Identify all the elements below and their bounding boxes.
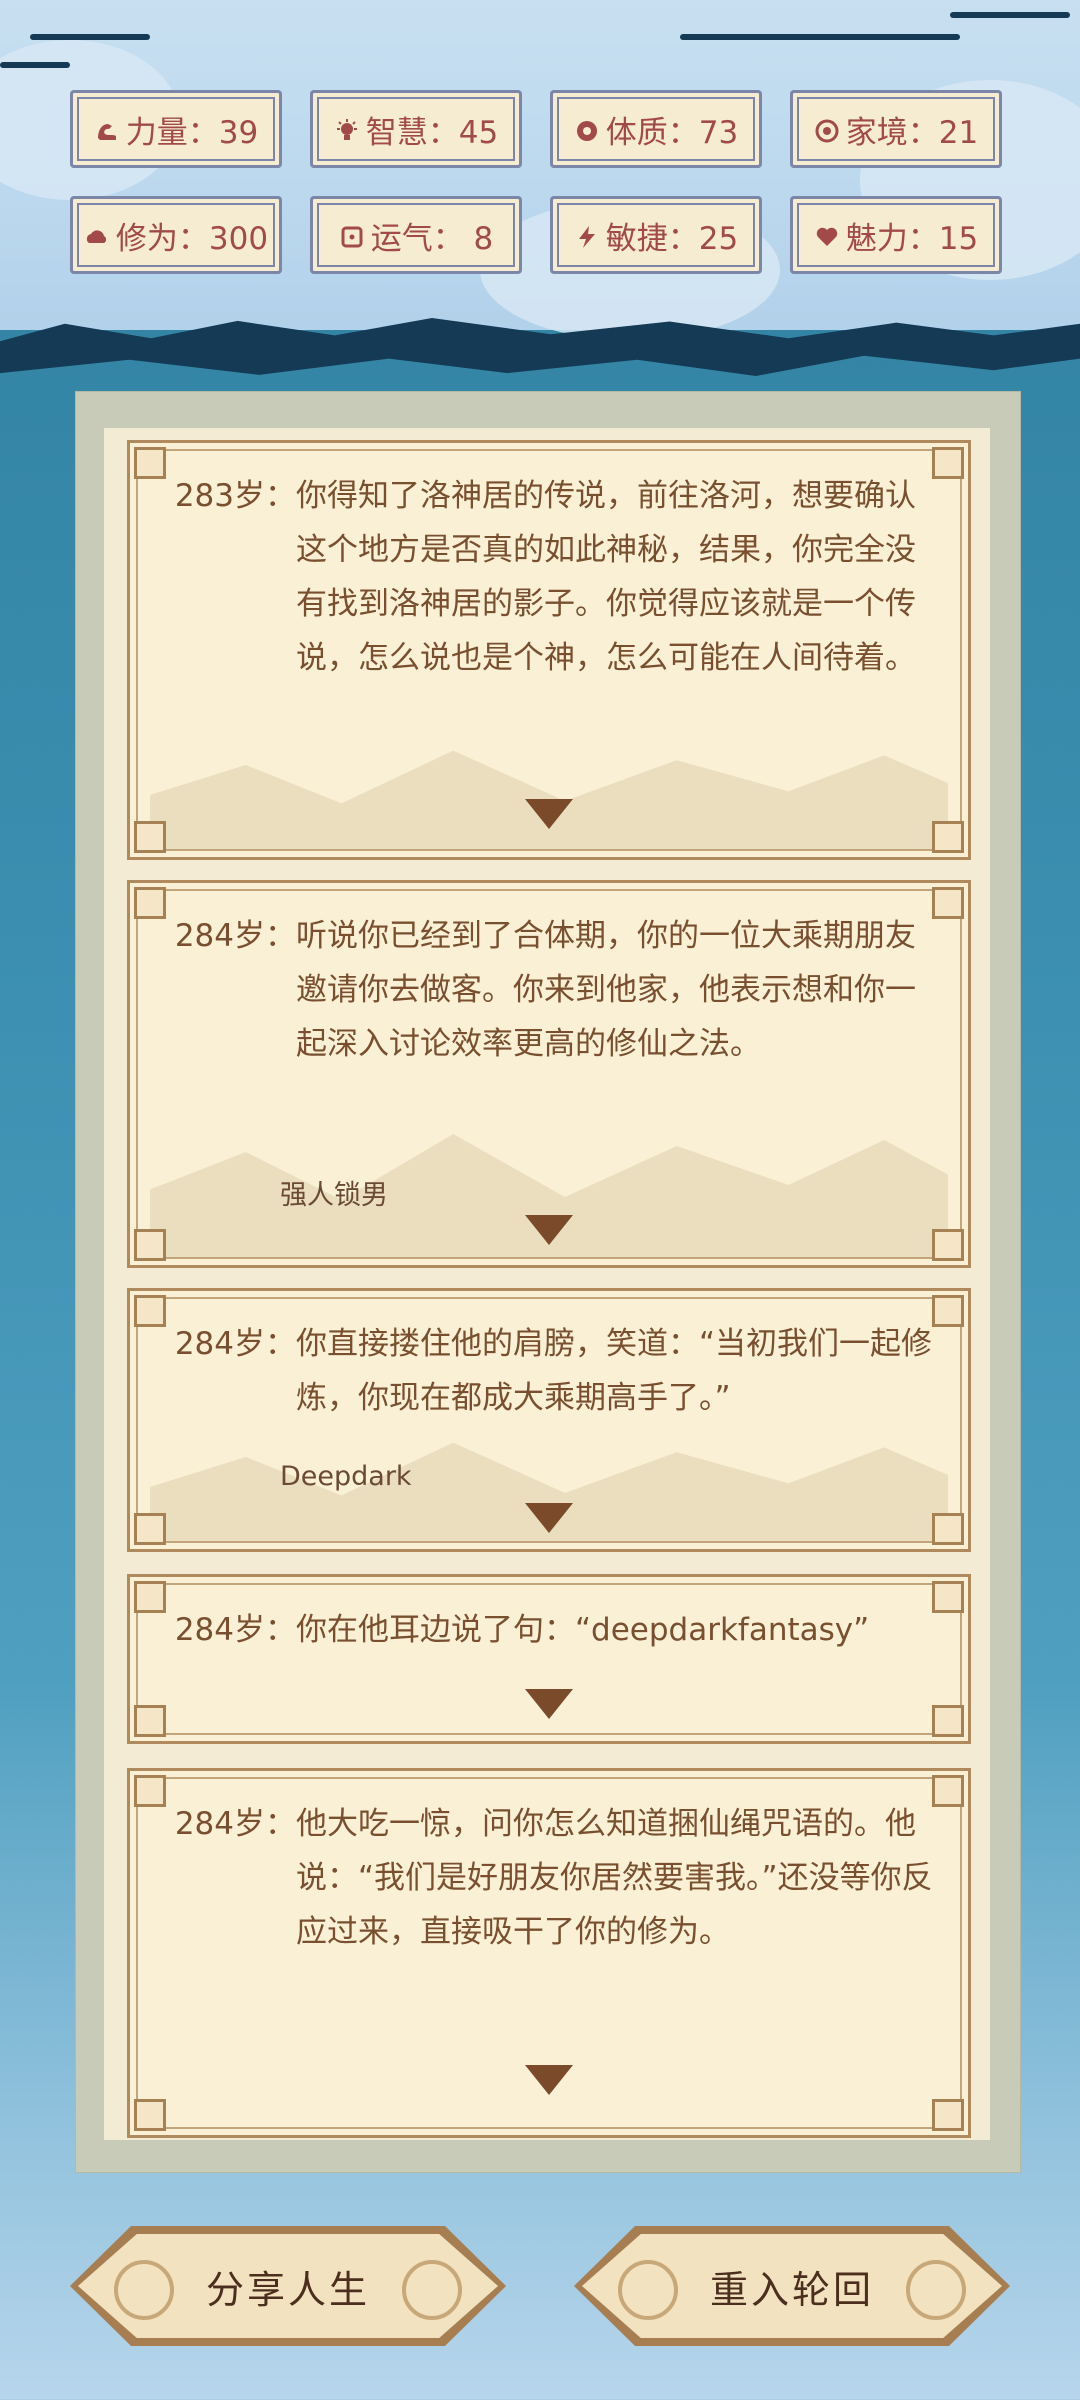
event-entry: 283岁： 你得知了洛神居的传说，前往洛河，想要确认这个地方是否真的如此神秘，结… — [156, 469, 938, 685]
event-card: 283岁： 你得知了洛神居的传说，前往洛河，想要确认这个地方是否真的如此神秘，结… — [127, 440, 971, 860]
share-life-label: 分享人生 — [205, 2267, 370, 2312]
lightning-icon — [574, 222, 600, 248]
swirl-ornament-icon — [114, 2260, 174, 2320]
decor-line — [30, 34, 150, 40]
corner-ornament — [932, 1705, 964, 1737]
expand-arrow-icon[interactable] — [525, 1689, 573, 1719]
decor-line — [0, 62, 70, 68]
event-card: 284岁： 他大吃一惊，问你怎么知道捆仙绳咒语的。他说：“我们是好朋友你居然要害… — [127, 1768, 971, 2138]
stat-cultivation: 修为：300 — [70, 196, 282, 274]
stat-wisdom: 智慧：45 — [310, 90, 522, 168]
dice-icon — [339, 222, 365, 248]
mountain-decoration — [150, 750, 948, 849]
corner-ornament — [932, 821, 964, 853]
event-age: 284岁： — [174, 1326, 296, 1362]
stat-family: 家境：21 — [790, 90, 1002, 168]
arm-icon — [94, 116, 120, 142]
swirl-ornament-icon — [402, 2260, 462, 2320]
bulb-icon — [334, 116, 360, 142]
event-age: 284岁： — [174, 1806, 296, 1842]
event-card: 284岁： 听说你已经到了合体期，你的一位大乘期朋友邀请你去做客。你来到他家，他… — [127, 880, 971, 1268]
expand-arrow-icon[interactable] — [525, 2065, 573, 2095]
cloud-icon — [84, 222, 110, 248]
corner-ornament — [134, 1229, 166, 1261]
restart-cycle-button[interactable]: 重入轮回 — [574, 2226, 1010, 2346]
share-life-button[interactable]: 分享人生 — [70, 2226, 506, 2346]
gear-icon — [574, 116, 600, 142]
stats-grid: 力量：39 智慧：45 体质：73 家境：21 修为：300 运气： 8 敏捷：… — [70, 90, 1010, 278]
event-text: 你在他耳边说了句：“deepdarkfantasy” — [296, 1612, 870, 1648]
family-icon — [814, 116, 840, 143]
decor-line — [950, 12, 1070, 18]
restart-cycle-label: 重入轮回 — [709, 2267, 874, 2312]
corner-ornament — [134, 821, 166, 853]
event-text: 你得知了洛神居的传说，前往洛河，想要确认这个地方是否真的如此神秘，结果，你完全没… — [296, 478, 916, 676]
event-comment: 强人锁男 — [280, 1180, 388, 1211]
stat-constitution: 体质：73 — [550, 90, 762, 168]
corner-ornament — [134, 1513, 166, 1545]
heart-icon — [814, 222, 840, 248]
event-entry: 284岁： 你直接搂住他的肩膀，笑道：“当初我们一起修炼，你现在都成大乘期高手了… — [156, 1317, 938, 1425]
event-text: 听说你已经到了合体期，你的一位大乘期朋友邀请你去做客。你来到他家，他表示想和你一… — [296, 918, 916, 1062]
corner-ornament — [932, 1229, 964, 1261]
event-age: 283岁： — [174, 478, 296, 514]
event-text: 你直接搂住他的肩膀，笑道：“当初我们一起修炼，你现在都成大乘期高手了。” — [296, 1326, 933, 1416]
swirl-ornament-icon — [906, 2260, 966, 2320]
event-text: 他大吃一惊，问你怎么知道捆仙绳咒语的。他说：“我们是好朋友你居然要害我。”还没等… — [296, 1806, 933, 1950]
corner-ornament — [134, 1705, 166, 1737]
event-card: 284岁： 你直接搂住他的肩膀，笑道：“当初我们一起修炼，你现在都成大乘期高手了… — [127, 1288, 971, 1552]
corner-ornament — [932, 2099, 964, 2131]
event-entry: 284岁： 听说你已经到了合体期，你的一位大乘期朋友邀请你去做客。你来到他家，他… — [156, 909, 938, 1071]
event-age: 284岁： — [174, 1612, 296, 1648]
stat-agility: 敏捷：25 — [550, 196, 762, 274]
event-entry: 284岁： 你在他耳边说了句：“deepdarkfantasy” — [156, 1603, 938, 1657]
decor-line — [680, 34, 960, 40]
corner-ornament — [134, 2099, 166, 2131]
stat-strength: 力量：39 — [70, 90, 282, 168]
event-card: 284岁： 你在他耳边说了句：“deepdarkfantasy” — [127, 1574, 971, 1744]
event-comment: Deepdark — [280, 1461, 412, 1492]
event-age: 284岁： — [174, 918, 296, 954]
swirl-ornament-icon — [618, 2260, 678, 2320]
stat-luck: 运气： 8 — [310, 196, 522, 274]
stat-charm: 魅力：15 — [790, 196, 1002, 274]
event-entry: 284岁： 他大吃一惊，问你怎么知道捆仙绳咒语的。他说：“我们是好朋友你居然要害… — [156, 1797, 938, 1959]
corner-ornament — [932, 1513, 964, 1545]
